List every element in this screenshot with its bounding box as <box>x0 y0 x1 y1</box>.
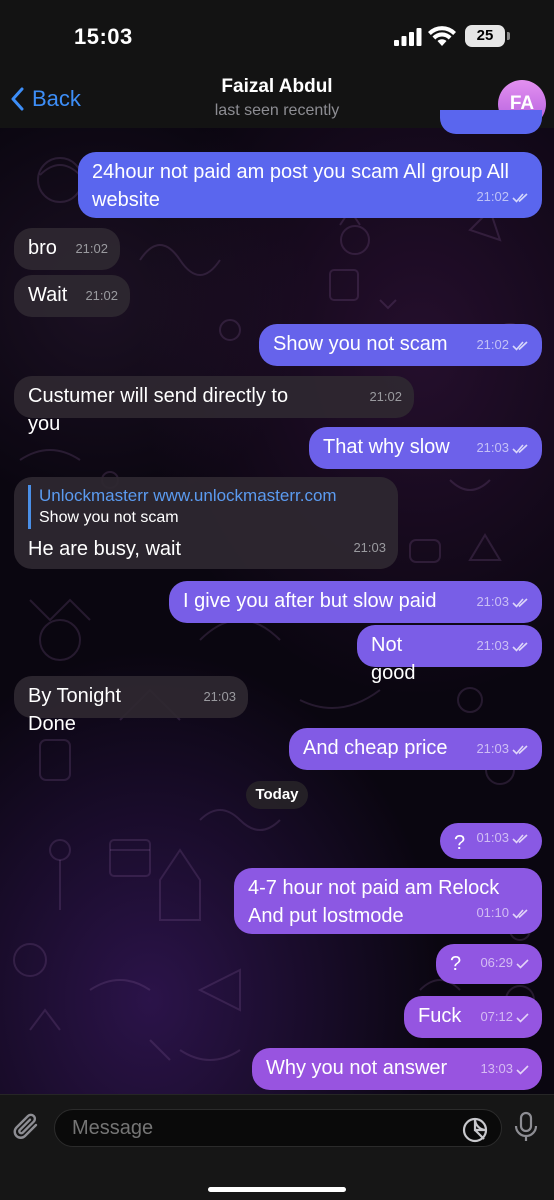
composer-bar <box>0 1094 554 1200</box>
message-text: Custumer will send directly to you <box>28 385 289 435</box>
double-check-icon <box>512 331 530 359</box>
outgoing-message-bubble[interactable]: Show you not scam 21:02 <box>259 324 542 366</box>
home-indicator <box>208 1187 346 1192</box>
battery-tip <box>507 32 510 40</box>
message-time: 21:02 <box>476 189 509 204</box>
sticker-icon[interactable] <box>462 1117 488 1143</box>
outgoing-message-bubble[interactable]: Fuck 07:12 <box>404 996 542 1038</box>
outgoing-message-bubble[interactable]: 4-7 hour not paid am Relock And put lost… <box>234 868 542 934</box>
message-meta: 06:29 <box>480 949 530 977</box>
battery-indicator: 25 <box>465 25 505 47</box>
message-text: ? <box>450 953 462 975</box>
message-text: bro <box>28 237 57 259</box>
outgoing-message-bubble[interactable]: ? 06:29 <box>436 944 542 984</box>
message-meta: 21:02 <box>476 183 530 211</box>
message-time: 01:10 <box>476 905 509 920</box>
chat-title[interactable]: Faizal Abdul <box>0 76 554 98</box>
message-text: He are busy, wait <box>28 538 182 560</box>
outgoing-message-bubble[interactable]: That why slow 21:03 <box>309 427 542 469</box>
message-time: 21:02 <box>85 288 118 303</box>
outgoing-message-bubble[interactable]: ? 01:03 <box>440 823 542 859</box>
single-check-icon <box>516 1003 530 1031</box>
message-input[interactable] <box>54 1109 502 1147</box>
message-meta: 07:12 <box>480 1003 530 1031</box>
message-time: 21:02 <box>75 241 108 256</box>
message-text: Wait <box>28 284 68 306</box>
message-text: Show you not scam <box>273 333 448 355</box>
outgoing-message-bubble[interactable]: Why you not answer 13:03 <box>252 1048 542 1090</box>
partial-message-bubble[interactable] <box>440 110 542 134</box>
message-time: 21:03 <box>476 638 509 653</box>
message-time: 06:29 <box>480 955 513 970</box>
message-time: 21:02 <box>369 389 402 404</box>
message-text: I give you after but slow paid <box>183 590 437 612</box>
message-meta: 21:02 <box>476 331 530 359</box>
status-bar: 15:03 25 <box>0 0 554 74</box>
message-text: And cheap price <box>303 737 448 759</box>
double-check-icon <box>512 434 530 462</box>
message-meta: 01:10 <box>476 899 530 927</box>
message-text: Not good <box>371 634 416 684</box>
message-text: That why slow <box>323 436 450 458</box>
outgoing-message-bubble[interactable]: And cheap price 21:03 <box>289 728 542 770</box>
message-time: 21:03 <box>203 689 236 704</box>
message-meta: 21:02 <box>75 235 108 263</box>
double-check-icon <box>512 632 530 660</box>
outgoing-message-bubble[interactable]: Not good 21:03 <box>357 625 542 684</box>
date-separator: Today <box>246 781 308 809</box>
message-meta: 21:03 <box>476 588 530 616</box>
reply-text: Show you not scam <box>39 509 179 526</box>
message-text: Fuck <box>418 1005 462 1027</box>
incoming-message-bubble[interactable]: Wait 21:02 <box>14 275 130 317</box>
message-text: 24hour not paid am post you scam All gro… <box>92 161 509 211</box>
message-text: By Tonight Done <box>28 685 122 735</box>
message-time: 21:03 <box>476 440 509 455</box>
message-meta: 21:03 <box>203 683 236 711</box>
double-check-icon <box>512 824 530 852</box>
message-text: Why you not answer <box>266 1057 448 1079</box>
outgoing-message-bubble[interactable]: I give you after but slow paid 21:03 <box>169 581 542 623</box>
message-time: 21:03 <box>476 594 509 609</box>
double-check-icon <box>512 588 530 616</box>
message-meta: 21:02 <box>369 383 402 411</box>
double-check-icon <box>512 899 530 927</box>
outgoing-message-bubble[interactable]: 24hour not paid am post you scam All gro… <box>78 152 542 218</box>
double-check-icon <box>512 735 530 763</box>
paperclip-icon[interactable] <box>12 1111 42 1143</box>
message-time: 21:03 <box>353 540 386 555</box>
message-time: 07:12 <box>480 1009 513 1024</box>
message-meta: 21:03 <box>476 434 530 462</box>
message-meta: 21:03 <box>476 632 530 660</box>
message-time: 21:03 <box>476 741 509 756</box>
wifi-icon <box>428 26 456 46</box>
single-check-icon <box>516 1055 530 1083</box>
incoming-message-bubble[interactable]: By Tonight Done 21:03 <box>14 676 248 735</box>
message-meta: 21:03 <box>476 735 530 763</box>
double-check-icon <box>512 183 530 211</box>
message-meta: 21:02 <box>85 282 118 310</box>
message-meta: 13:03 <box>480 1055 530 1083</box>
message-text: ? <box>454 832 466 854</box>
reply-quote[interactable]: Unlockmasterr www.unlockmasterr.com Show … <box>28 485 337 529</box>
status-time: 15:03 <box>74 24 133 49</box>
single-check-icon <box>516 949 530 977</box>
reply-author: Unlockmasterr www.unlockmasterr.com <box>39 486 337 505</box>
cellular-signal-icon <box>394 28 422 46</box>
message-time: 01:03 <box>476 830 509 845</box>
incoming-message-bubble[interactable]: Unlockmasterr www.unlockmasterr.com Show … <box>14 477 398 569</box>
message-time: 21:02 <box>476 337 509 352</box>
message-time: 13:03 <box>480 1061 513 1076</box>
microphone-icon[interactable] <box>514 1111 538 1143</box>
message-meta: 01:03 <box>476 824 530 852</box>
message-meta: 21:03 <box>353 534 386 562</box>
incoming-message-bubble[interactable]: Custumer will send directly to you 21:02 <box>14 376 414 435</box>
incoming-message-bubble[interactable]: bro 21:02 <box>14 228 120 270</box>
